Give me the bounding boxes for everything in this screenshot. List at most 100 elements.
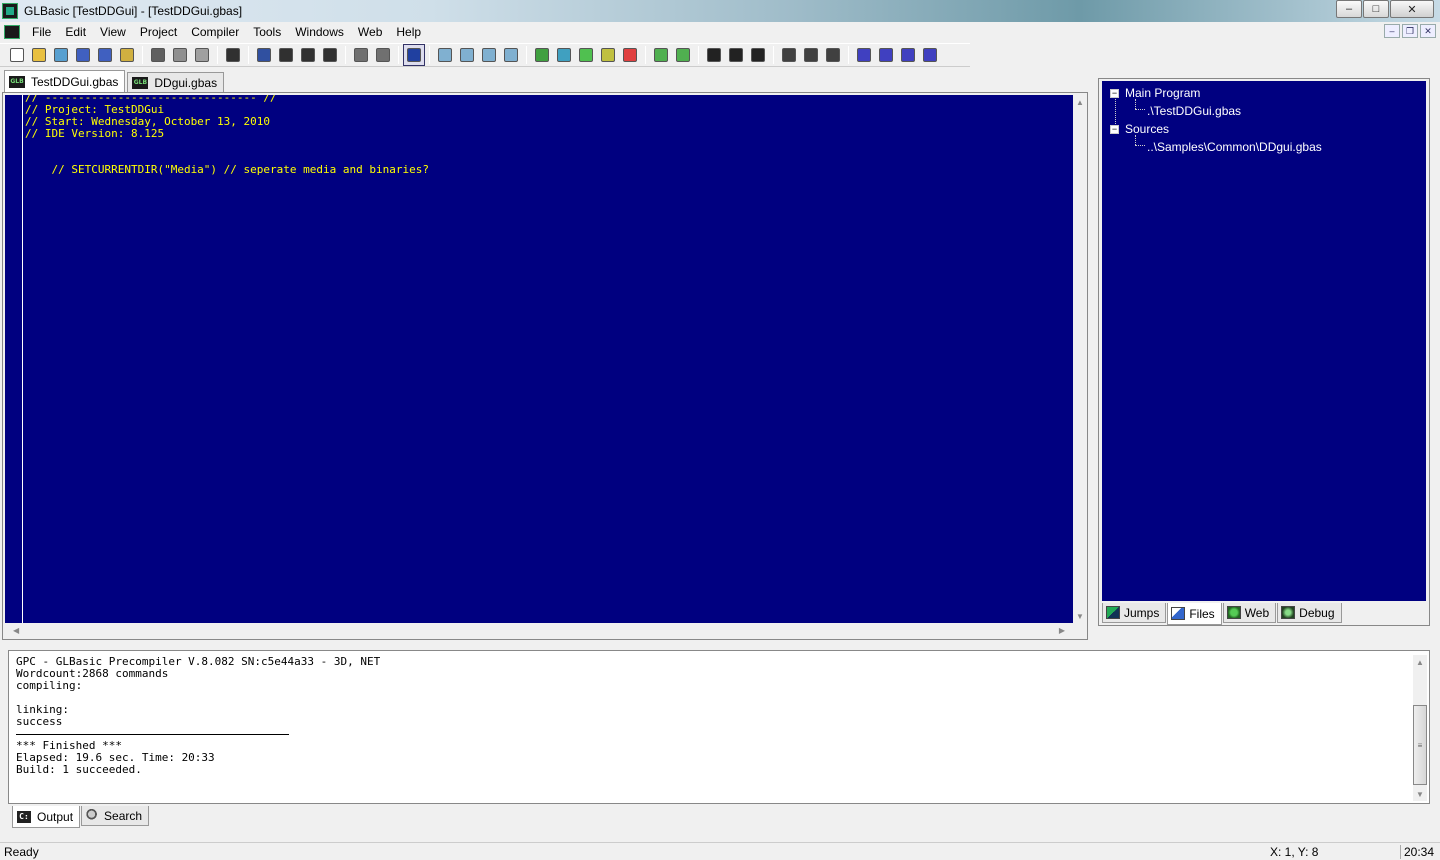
menu-windows[interactable]: Windows bbox=[293, 25, 346, 39]
scroll-thumb[interactable]: ≡ bbox=[1413, 705, 1427, 785]
tab-search[interactable]: Search bbox=[81, 806, 150, 826]
bookmark-next-button[interactable] bbox=[275, 44, 297, 66]
title-bar[interactable]: GLBasic [TestDDGui] - [TestDDGui.gbas] –… bbox=[0, 0, 1440, 22]
compile-icon bbox=[535, 48, 549, 62]
glbasic-app-icon[interactable] bbox=[2, 3, 18, 19]
scroll-up-icon[interactable]: ▲ bbox=[1413, 655, 1427, 669]
menu-project[interactable]: Project bbox=[138, 25, 179, 39]
outdent-button[interactable] bbox=[372, 44, 394, 66]
menu-help[interactable]: Help bbox=[394, 25, 423, 39]
tree-leaf-testddgui[interactable]: .\TestDDGui.gbas bbox=[1147, 102, 1241, 120]
watch-edit-button[interactable] bbox=[897, 44, 919, 66]
editor-horizontal-scrollbar[interactable]: ◀ ▶ bbox=[5, 623, 1073, 637]
build-icon bbox=[557, 48, 571, 62]
new-file-button[interactable] bbox=[6, 44, 28, 66]
maximize-button[interactable]: □ bbox=[1363, 0, 1389, 18]
save-all-button[interactable] bbox=[94, 44, 116, 66]
menu-compiler[interactable]: Compiler bbox=[189, 25, 241, 39]
tab-debug[interactable]: Debug bbox=[1277, 603, 1342, 623]
scroll-right-icon[interactable]: ▶ bbox=[1059, 626, 1065, 635]
tree-node-sources[interactable]: − Sources bbox=[1110, 120, 1169, 138]
doc-restore-button[interactable]: ❐ bbox=[1402, 24, 1418, 38]
tab-testddgui[interactable]: GLB TestDDGui.gbas bbox=[4, 70, 126, 92]
tab-files[interactable]: Files bbox=[1167, 603, 1222, 625]
collapse-icon[interactable]: − bbox=[1110, 88, 1119, 98]
step-into-button[interactable] bbox=[778, 44, 800, 66]
code-text[interactable]: // -------------------------------- ////… bbox=[25, 95, 429, 176]
open-project-button[interactable] bbox=[50, 44, 72, 66]
step-over-button[interactable] bbox=[800, 44, 822, 66]
minimize-button[interactable]: – bbox=[1336, 0, 1362, 18]
tab-jumps[interactable]: Jumps bbox=[1102, 603, 1167, 623]
replace-icon bbox=[504, 48, 518, 62]
debug-button[interactable] bbox=[597, 44, 619, 66]
sub-button[interactable] bbox=[650, 44, 672, 66]
tree-leaf-ddgui[interactable]: ..\Samples\Common\DDgui.gbas bbox=[1147, 138, 1322, 156]
editor-view-button[interactable] bbox=[403, 44, 425, 66]
run-button[interactable] bbox=[575, 44, 597, 66]
build-button[interactable] bbox=[553, 44, 575, 66]
scroll-down-icon[interactable]: ▼ bbox=[1073, 609, 1087, 623]
close-button[interactable]: ✕ bbox=[1390, 0, 1434, 18]
menu-web[interactable]: Web bbox=[356, 25, 384, 39]
editor-vertical-scrollbar[interactable]: ▲ ▼ bbox=[1073, 95, 1087, 623]
bookmark-clear-button[interactable] bbox=[319, 44, 341, 66]
doc-close-button[interactable]: ✕ bbox=[1420, 24, 1436, 38]
play-button[interactable] bbox=[703, 44, 725, 66]
copy-button[interactable] bbox=[169, 44, 191, 66]
code-editor[interactable]: // -------------------------------- ////… bbox=[5, 95, 1073, 623]
scroll-down-icon[interactable]: ▼ bbox=[1413, 787, 1427, 801]
toolbar-separator bbox=[345, 46, 346, 64]
code-line[interactable]: // IDE Version: 8.125 bbox=[25, 128, 429, 140]
indent-button[interactable] bbox=[350, 44, 372, 66]
bookmark-prev-button[interactable] bbox=[297, 44, 319, 66]
watch-remove-button[interactable] bbox=[875, 44, 897, 66]
compile-button[interactable] bbox=[531, 44, 553, 66]
bookmark-button[interactable] bbox=[253, 44, 275, 66]
save-button[interactable] bbox=[72, 44, 94, 66]
menu-edit[interactable]: Edit bbox=[63, 25, 88, 39]
tab-ddgui[interactable]: GLB DDgui.gbas bbox=[127, 72, 225, 92]
open-folder-button[interactable] bbox=[28, 44, 50, 66]
output-line: compiling: bbox=[16, 679, 83, 692]
collapse-icon[interactable]: − bbox=[1110, 124, 1119, 134]
tab-web[interactable]: Web bbox=[1222, 603, 1277, 623]
code-line[interactable] bbox=[25, 140, 429, 152]
menu-view[interactable]: View bbox=[98, 25, 128, 39]
code-line[interactable]: // SETCURRENTDIR("Media") // seperate me… bbox=[25, 164, 429, 176]
find-button[interactable] bbox=[434, 44, 456, 66]
watch-remove-icon bbox=[879, 48, 893, 62]
watch-clear-button[interactable] bbox=[919, 44, 941, 66]
watch-add-button[interactable] bbox=[853, 44, 875, 66]
pause-button[interactable] bbox=[725, 44, 747, 66]
tab-output[interactable]: C: Output bbox=[12, 806, 81, 828]
editor-gutter[interactable] bbox=[5, 95, 23, 623]
cut-button[interactable] bbox=[147, 44, 169, 66]
files-icon bbox=[1171, 607, 1186, 620]
list-button[interactable] bbox=[222, 44, 244, 66]
document-icon[interactable] bbox=[4, 25, 20, 39]
find-next-button[interactable] bbox=[456, 44, 478, 66]
menu-tools[interactable]: Tools bbox=[251, 25, 283, 39]
tab-label: DDgui.gbas bbox=[154, 75, 218, 90]
project-file-tree[interactable]: − Main Program .\TestDDGui.gbas − Source… bbox=[1102, 81, 1426, 601]
function-button[interactable] bbox=[672, 44, 694, 66]
scroll-left-icon[interactable]: ◀ bbox=[13, 626, 19, 635]
output-vertical-scrollbar[interactable]: ▲ ≡ ▼ bbox=[1413, 655, 1427, 801]
menu-file[interactable]: File bbox=[30, 25, 53, 39]
doc-minimize-button[interactable]: – bbox=[1384, 24, 1400, 38]
output-text[interactable]: GPC - GLBasic Precompiler V.8.082 SN:c5e… bbox=[16, 656, 380, 776]
find-prev-button[interactable] bbox=[478, 44, 500, 66]
paste-button[interactable] bbox=[191, 44, 213, 66]
stop-button[interactable] bbox=[619, 44, 641, 66]
replace-button[interactable] bbox=[500, 44, 522, 66]
status-bar: Ready X: 1, Y: 8 20:34 bbox=[0, 842, 1440, 860]
watch-add-icon bbox=[857, 48, 871, 62]
scroll-up-icon[interactable]: ▲ bbox=[1073, 95, 1087, 109]
tree-node-main-program[interactable]: − Main Program bbox=[1110, 84, 1200, 102]
export-button[interactable] bbox=[116, 44, 138, 66]
open-project-icon bbox=[54, 48, 68, 62]
new-file-icon bbox=[10, 48, 24, 62]
step-out-button[interactable] bbox=[822, 44, 844, 66]
stop-square-button[interactable] bbox=[747, 44, 769, 66]
